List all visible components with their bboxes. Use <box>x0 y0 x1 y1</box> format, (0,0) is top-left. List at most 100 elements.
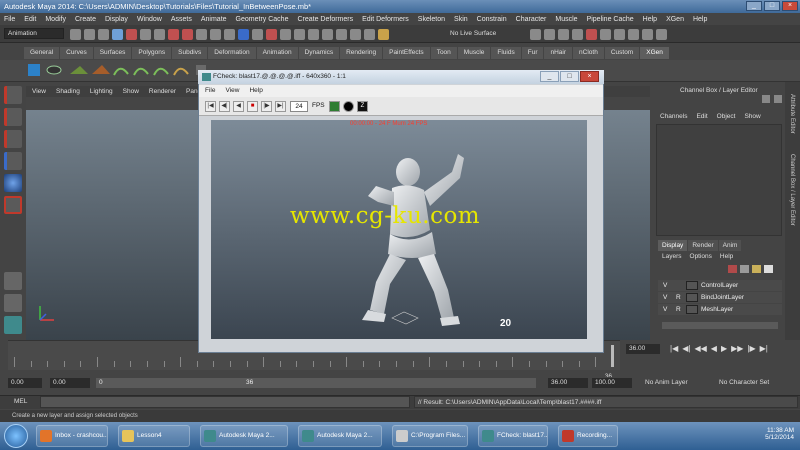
render-tool-icon[interactable] <box>600 29 611 40</box>
fcheck-step-back-icon[interactable]: ◀| <box>219 101 230 112</box>
go-to-end-icon[interactable]: ▶| <box>760 344 768 353</box>
status-tool-icon[interactable] <box>84 29 95 40</box>
shelf-tab[interactable]: Fur <box>521 47 544 59</box>
menu-item[interactable]: XGen <box>666 16 684 23</box>
side-tab-channel-box[interactable]: Channel Box / Layer Editor <box>789 154 795 226</box>
viewport-menu-item[interactable]: View <box>32 86 46 97</box>
live-surface-field[interactable]: No Live Surface <box>450 28 520 40</box>
layer-menu-item[interactable]: Layers <box>662 253 682 260</box>
channel-box-menu-item[interactable]: Channels <box>660 113 687 120</box>
shelf-tab[interactable]: Curves <box>60 47 93 59</box>
status-tool-icon[interactable] <box>322 29 333 40</box>
fcheck-menu-item[interactable]: Help <box>249 85 262 97</box>
taskbar-item[interactable]: Autodesk Maya 2... <box>200 425 288 447</box>
fcheck-minimize-button[interactable]: _ <box>540 71 559 82</box>
viewport-menu-item[interactable]: Shading <box>56 86 80 97</box>
status-tool-icon[interactable] <box>168 29 179 40</box>
status-tool-icon[interactable] <box>196 29 207 40</box>
fcheck-menu-item[interactable]: View <box>225 85 239 97</box>
menu-item[interactable]: Muscle <box>555 16 577 23</box>
menu-item[interactable]: Edit Deformers <box>362 16 409 23</box>
panel-icon[interactable] <box>774 95 782 103</box>
channel-box-menu-item[interactable]: Edit <box>696 113 707 120</box>
viewport-menu-item[interactable]: Lighting <box>90 86 113 97</box>
channel-box-area[interactable] <box>656 124 782 236</box>
fcheck-maximize-button[interactable]: □ <box>560 71 579 82</box>
paint-tool-icon[interactable] <box>4 130 22 148</box>
fcheck-alpha-icon[interactable] <box>343 101 354 112</box>
menu-item[interactable]: Help <box>693 16 707 23</box>
step-back-icon[interactable]: ◀| <box>682 344 690 353</box>
layer-color-swatch[interactable] <box>686 293 698 302</box>
render-tool-icon[interactable] <box>642 29 653 40</box>
shelf-tab[interactable]: Polygons <box>132 47 172 59</box>
side-tab-attribute-editor[interactable]: Attribute Editor <box>789 94 795 134</box>
playhead[interactable] <box>611 345 614 367</box>
fcheck-menu-item[interactable]: File <box>205 85 215 97</box>
layer-visibility-toggle[interactable]: V <box>658 292 672 303</box>
menu-item[interactable]: Display <box>105 16 128 23</box>
scale-tool-icon[interactable] <box>4 196 22 214</box>
anim-layer-field[interactable]: No Anim Layer <box>642 378 706 388</box>
layer-render-toggle[interactable]: R <box>672 292 686 303</box>
layer-tab[interactable]: Anim <box>718 240 742 251</box>
layer-tab[interactable]: Display <box>658 240 688 251</box>
start-time-field[interactable]: 0.00 <box>8 378 42 388</box>
status-tool-icon[interactable] <box>98 29 109 40</box>
close-button[interactable]: × <box>782 1 798 11</box>
render-tool-icon[interactable] <box>586 29 597 40</box>
select-tool-icon[interactable] <box>4 86 22 104</box>
rotate-tool-icon[interactable] <box>4 174 22 192</box>
fcheck-step-forward-icon[interactable]: |▶ <box>261 101 272 112</box>
shelf-tab[interactable]: XGen <box>640 47 669 59</box>
layer-menu-item[interactable]: Help <box>720 253 733 260</box>
layout-four-icon[interactable] <box>4 294 22 312</box>
xgen-icon[interactable] <box>28 64 40 76</box>
layer-color-swatch[interactable] <box>686 305 698 314</box>
shelf-tab[interactable]: General <box>24 47 60 59</box>
curve-icon[interactable] <box>113 67 129 76</box>
status-tool-icon[interactable] <box>182 29 193 40</box>
taskbar-item[interactable]: Autodesk Maya 2... <box>298 425 382 447</box>
menu-item[interactable]: Pipeline Cache <box>587 16 634 23</box>
fps-field[interactable]: 24 <box>290 101 308 112</box>
menu-item[interactable]: Edit <box>24 16 36 23</box>
menu-item[interactable]: Animate <box>201 16 227 23</box>
status-tool-icon[interactable] <box>294 29 305 40</box>
playback-start-field[interactable]: 0.00 <box>50 378 90 388</box>
mel-input[interactable] <box>40 396 410 408</box>
status-tool-icon[interactable] <box>210 29 221 40</box>
layer-color-swatch[interactable] <box>686 281 698 290</box>
status-tool-icon[interactable] <box>252 29 263 40</box>
move-tool-icon[interactable] <box>4 152 22 170</box>
grass-icon[interactable] <box>70 66 88 74</box>
layer-menu-item[interactable]: Options <box>690 253 712 260</box>
fcheck-forward-icon[interactable]: ▶| <box>275 101 286 112</box>
menu-item[interactable]: Geometry Cache <box>236 16 289 23</box>
channel-box-menu-item[interactable]: Show <box>744 113 760 120</box>
shelf-tab[interactable]: Muscle <box>457 47 491 59</box>
channel-box-menu-item[interactable]: Object <box>717 113 736 120</box>
status-tool-icon[interactable] <box>154 29 165 40</box>
new-layer-selected-icon[interactable] <box>740 265 749 273</box>
lasso-tool-icon[interactable] <box>4 108 22 126</box>
status-tool-icon[interactable] <box>126 29 137 40</box>
eye-icon[interactable] <box>46 65 62 75</box>
shelf-tab[interactable]: Deformation <box>208 47 256 59</box>
hair-icon[interactable] <box>92 65 110 74</box>
go-to-start-icon[interactable]: |◀ <box>670 344 678 353</box>
taskbar-item[interactable]: FCheck: blast17... <box>478 425 548 447</box>
current-frame-field[interactable]: 36.00 <box>626 344 660 354</box>
range-bar[interactable]: 0 36 <box>96 378 536 388</box>
viewport-menu-item[interactable]: Show <box>123 86 139 97</box>
menu-item[interactable]: Character <box>516 16 547 23</box>
step-back-key-icon[interactable]: ◀◀ <box>694 344 706 353</box>
status-tool-icon[interactable] <box>364 29 375 40</box>
menu-item[interactable]: Window <box>137 16 162 23</box>
shelf-tab[interactable]: PaintEffects <box>383 47 430 59</box>
status-tool-icon[interactable] <box>224 29 235 40</box>
layer-row[interactable]: V ControlLayer <box>658 280 782 291</box>
shelf-tab[interactable]: nHair <box>544 47 573 59</box>
panel-icon[interactable] <box>762 95 770 103</box>
menu-item[interactable]: Assets <box>171 16 192 23</box>
